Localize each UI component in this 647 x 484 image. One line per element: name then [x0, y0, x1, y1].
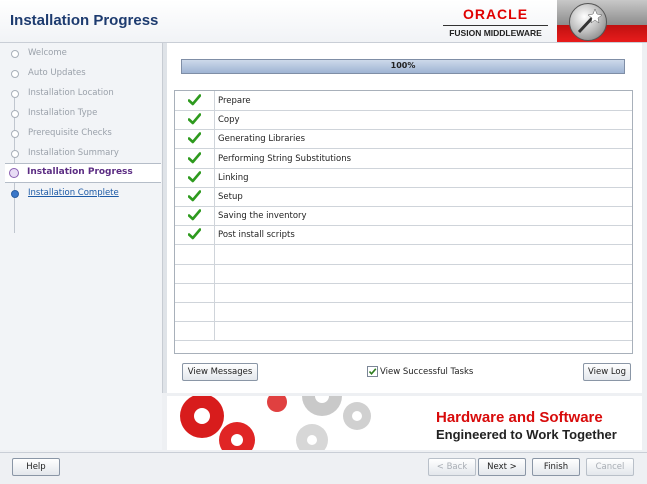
step-installation-location: Installation Location: [6, 85, 161, 103]
step-installation-complete[interactable]: Installation Complete: [6, 185, 161, 203]
step-label: Welcome: [28, 48, 67, 58]
main-panel: 100% Prepare Copy Generating Libraries Perf…: [167, 43, 642, 393]
empty-status-cell: [175, 264, 215, 283]
task-name: Saving the inventory: [218, 211, 307, 221]
task-name: Generating Libraries: [218, 134, 306, 144]
step-label: Installation Type: [28, 108, 98, 118]
view-successful-tasks-label[interactable]: View Successful Tasks: [380, 367, 473, 377]
task-row: Saving the inventory: [175, 206, 632, 226]
step-dot-icon: [11, 70, 19, 78]
task-row: Generating Libraries: [175, 129, 632, 149]
step-next-icon: [11, 190, 19, 198]
success-check-icon: [188, 94, 201, 106]
banner-headline: Hardware and Software: [436, 409, 603, 426]
header: Installation Progress ORACLE FUSION MIDD…: [0, 0, 647, 43]
checkmark-icon: [368, 368, 377, 376]
task-status-cell: [175, 129, 215, 148]
wand-badge-icon: [557, 0, 647, 42]
finish-button[interactable]: Finish: [532, 458, 580, 476]
oracle-logo: ORACLE FUSION MIDDLEWARE: [443, 6, 548, 38]
empty-row: [175, 321, 632, 341]
empty-status-cell: [175, 245, 215, 264]
empty-row: [175, 245, 632, 265]
step-link[interactable]: Installation Complete: [28, 188, 119, 198]
success-check-icon: [188, 152, 201, 164]
page-title: Installation Progress: [10, 12, 159, 29]
task-status-cell: [175, 91, 215, 110]
task-status-cell: [175, 149, 215, 168]
task-name: Prepare: [218, 96, 251, 106]
empty-status-cell: [175, 321, 215, 340]
empty-row: [175, 283, 632, 303]
task-row: Copy: [175, 110, 632, 130]
view-successful-tasks-checkbox[interactable]: [367, 366, 378, 377]
success-check-icon: [188, 113, 201, 125]
step-label: Installation Summary: [28, 148, 119, 158]
progress-bar: 100%: [181, 59, 625, 74]
step-welcome: Welcome: [6, 45, 161, 63]
view-messages-button[interactable]: View Messages: [182, 363, 258, 381]
task-status-cell: [175, 187, 215, 206]
progress-percent: 100%: [390, 61, 416, 70]
step-dot-icon: [11, 150, 19, 158]
banner-tagline: Engineered to Work Together: [436, 427, 617, 442]
task-name: Linking: [218, 173, 249, 183]
product-name: FUSION MIDDLEWARE: [443, 25, 548, 38]
steps-sidebar: Welcome Auto Updates Installation Locati…: [0, 43, 162, 450]
task-row: Prepare: [175, 91, 632, 111]
brand-name: ORACLE: [462, 6, 529, 22]
wizard-footer: Help < Back Next > Finish Cancel: [0, 452, 647, 484]
task-status-cell: [175, 206, 215, 225]
task-row: Setup: [175, 187, 632, 207]
view-log-button[interactable]: View Log: [583, 363, 631, 381]
step-installation-type: Installation Type: [6, 105, 161, 123]
step-label: Installation Location: [28, 88, 114, 98]
task-row: Post install scripts: [175, 225, 632, 245]
step-label: Auto Updates: [28, 68, 86, 78]
step-dot-icon: [11, 50, 19, 58]
task-table: Prepare Copy Generating Libraries Performin…: [174, 90, 633, 354]
success-check-icon: [188, 228, 201, 240]
empty-status-cell: [175, 283, 215, 302]
task-status-cell: [175, 168, 215, 187]
step-current-icon: [9, 168, 19, 178]
empty-status-cell: [175, 302, 215, 321]
gears-icon: [180, 396, 371, 450]
step-label: Prerequisite Checks: [28, 128, 112, 138]
task-name: Setup: [218, 192, 243, 202]
success-check-icon: [188, 132, 201, 144]
help-button[interactable]: Help: [12, 458, 60, 476]
task-status-cell: [175, 225, 215, 244]
back-button[interactable]: < Back: [428, 458, 476, 476]
task-row: Linking: [175, 168, 632, 188]
task-name: Post install scripts: [218, 230, 295, 240]
success-check-icon: [188, 190, 201, 202]
step-label: Installation Progress: [27, 167, 133, 177]
step-installation-summary: Installation Summary: [6, 145, 161, 163]
step-dot-icon: [11, 110, 19, 118]
task-name: Copy: [218, 115, 240, 125]
empty-row: [175, 302, 632, 322]
empty-row: [175, 264, 632, 284]
step-auto-updates: Auto Updates: [6, 65, 161, 83]
next-button[interactable]: Next >: [478, 458, 526, 476]
step-dot-icon: [11, 130, 19, 138]
task-row: Performing String Substitutions: [175, 149, 632, 169]
cancel-button[interactable]: Cancel: [586, 458, 634, 476]
success-check-icon: [188, 171, 201, 183]
step-prerequisite-checks: Prerequisite Checks: [6, 125, 161, 143]
promo-banner: Hardware and Software Engineered to Work…: [167, 396, 642, 450]
step-installation-progress: Installation Progress: [5, 163, 161, 183]
task-name: Performing String Substitutions: [218, 154, 352, 164]
step-dot-icon: [11, 90, 19, 98]
success-check-icon: [188, 209, 201, 221]
task-status-cell: [175, 110, 215, 129]
